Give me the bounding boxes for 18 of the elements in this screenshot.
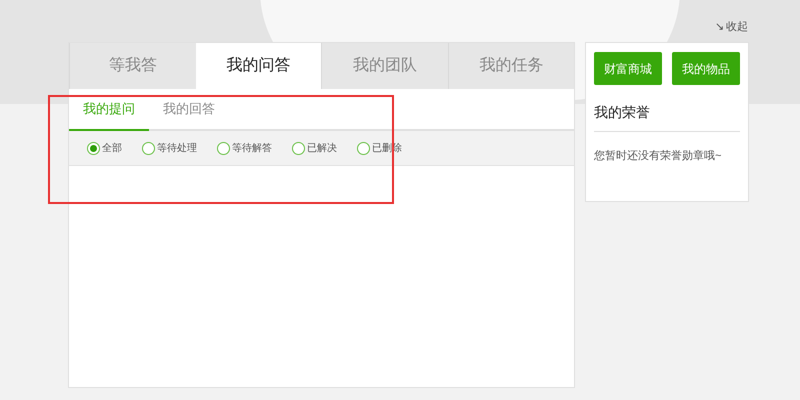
tab[interactable]: 等我答: [69, 43, 196, 89]
sidebar-button[interactable]: 我的物品: [672, 52, 740, 85]
radio-button[interactable]: [142, 142, 155, 154]
honor-title: 我的荣誉: [594, 102, 740, 132]
radio-button[interactable]: [292, 142, 305, 154]
radio-button[interactable]: [87, 142, 100, 154]
radio-button[interactable]: [217, 142, 230, 154]
tab[interactable]: 我的任务: [448, 43, 574, 89]
sidebar-button[interactable]: 财富商城: [594, 52, 662, 85]
radio-label: 全部: [102, 142, 122, 156]
radio-button[interactable]: [357, 142, 370, 154]
honor-empty-text: 您暂时还没有荣誉勋章哦~: [594, 148, 722, 164]
tab[interactable]: 我的团队: [321, 43, 448, 89]
collapse-link[interactable]: ↘ 收起: [715, 18, 748, 35]
sub-tab[interactable]: 我的回答: [149, 89, 229, 131]
radio-label: 等待处理: [157, 142, 197, 156]
radio-label: 已解决: [307, 142, 337, 156]
radio-label: 等待解答: [232, 142, 272, 156]
